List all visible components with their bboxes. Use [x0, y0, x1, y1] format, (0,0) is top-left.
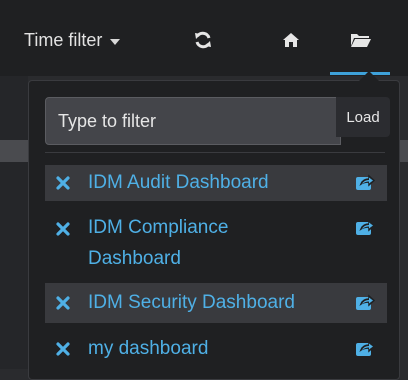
time-filter-dropdown[interactable]: Time filter	[24, 30, 121, 51]
share-icon[interactable]	[355, 339, 375, 357]
list-item[interactable]: IDM Compliance Dashboard	[45, 210, 387, 280]
load-button-label: Load	[346, 108, 380, 126]
remove-icon[interactable]	[56, 176, 70, 190]
share-icon[interactable]	[355, 293, 375, 311]
filter-input[interactable]	[45, 97, 341, 145]
remove-icon[interactable]	[56, 222, 70, 236]
share-icon[interactable]	[355, 173, 375, 191]
caret-down-icon	[110, 38, 121, 45]
panel-divider	[45, 152, 385, 153]
panel-pointer-arrow	[359, 71, 379, 81]
home-icon[interactable]	[279, 28, 303, 52]
dashboard-name[interactable]: my dashboard	[88, 333, 318, 364]
dashboard-name[interactable]: IDM Audit Dashboard	[88, 167, 318, 198]
load-button[interactable]: Load	[336, 97, 390, 137]
refresh-icon[interactable]	[191, 28, 215, 52]
list-item[interactable]: IDM Security Dashboard	[45, 283, 387, 323]
top-navbar: Time filter	[0, 0, 408, 76]
page-background	[0, 76, 28, 369]
time-filter-label: Time filter	[24, 30, 103, 50]
dashboard-name[interactable]: IDM Security Dashboard	[88, 287, 318, 318]
share-icon[interactable]	[355, 218, 375, 236]
dashboard-name[interactable]: IDM Compliance Dashboard	[88, 212, 318, 274]
remove-icon[interactable]	[56, 296, 70, 310]
list-item[interactable]: IDM Audit Dashboard	[45, 165, 387, 201]
remove-icon[interactable]	[56, 342, 70, 356]
folder-open-icon[interactable]	[349, 28, 373, 52]
list-item[interactable]: my dashboard	[45, 331, 387, 367]
